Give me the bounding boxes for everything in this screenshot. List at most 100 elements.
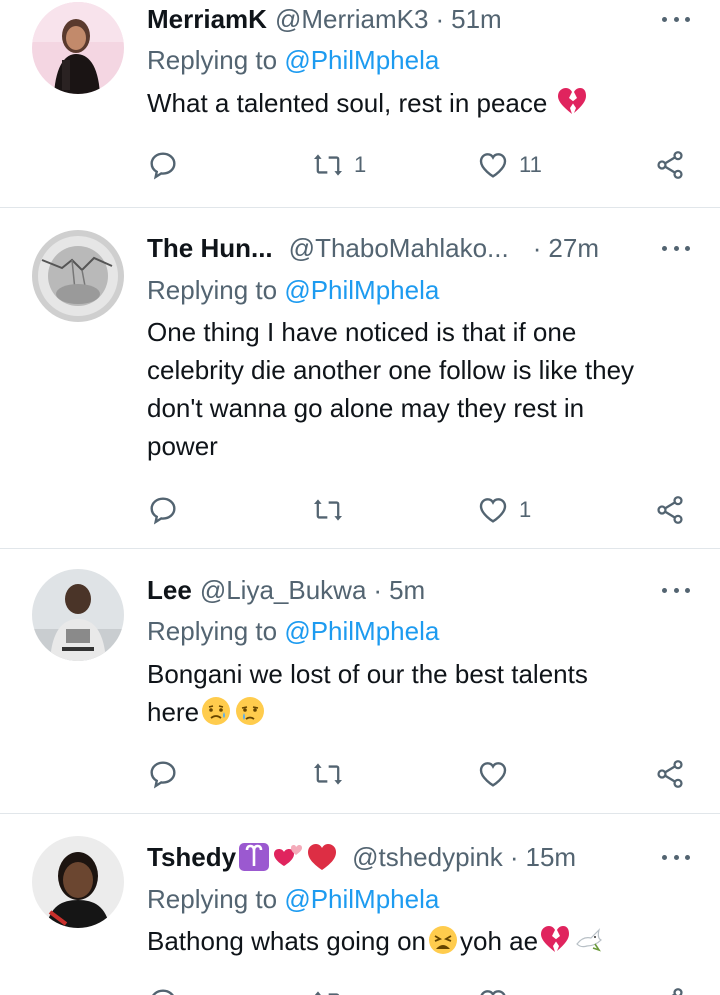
tweet[interactable]: Tshedy @tshedypink · 15m Replying to @Ph… [0,814,720,995]
retweet-button[interactable] [312,490,354,530]
like-button[interactable] [477,982,509,995]
tweet-text-part: yoh ae [460,926,539,956]
avatar-image [32,569,124,661]
tweet-header: Lee @Liya_Bukwa · 5m [147,573,696,607]
heart-icon [477,149,509,181]
heart-icon [477,758,509,790]
revolving-hearts-emoji [272,842,304,872]
avatar-image [32,836,124,928]
like-count: 1 [519,497,532,522]
heart-icon [477,494,509,526]
tweet-text-line: power [147,431,218,461]
like-button[interactable] [477,754,519,794]
separator: · [435,3,445,34]
tweet-actions: 1 [147,490,692,530]
tweet-text: What a talented soul, rest in peace [147,84,692,122]
aries-symbol-emoji [238,842,270,872]
share-button[interactable] [654,490,686,530]
tweet-text: One thing I have noticed is that if one … [147,313,692,465]
replying-to: Replying to @PhilMphela [147,616,439,647]
reply-icon [147,149,179,181]
share-button[interactable] [654,145,686,185]
retweet-count: 1 [354,152,367,177]
tweet-actions [147,754,692,794]
reply-button[interactable] [147,490,189,530]
tweet[interactable]: MerriamK @MerriamK3 · 51m Replying to @P… [0,0,720,208]
like-button[interactable]: 1 [477,490,531,530]
display-name[interactable]: The Hun... [147,233,273,264]
separator: · [373,574,383,605]
avatar[interactable] [32,230,124,322]
replying-to-label: Replying to [147,884,278,914]
reply-button[interactable] [147,145,189,185]
more-options-icon[interactable] [656,580,696,600]
more-options-icon[interactable] [656,847,696,867]
tweet[interactable]: The Hun... @ThaboMahlako... · 27m Replyi… [0,208,720,549]
display-name[interactable]: Tshedy [147,842,236,873]
tweet-text-line: celebrity die another one follow is like… [147,355,635,385]
retweet-button[interactable]: 1 [312,145,366,185]
user-handle[interactable]: @MerriamK3 [275,4,429,35]
tweet-text-line: here [147,697,200,727]
replying-to: Replying to @PhilMphela [147,45,439,76]
user-handle[interactable]: @tshedypink [352,842,503,873]
replying-to: Replying to @PhilMphela [147,275,439,306]
tweet-text-part: Bathong whats going on [147,926,426,956]
like-button[interactable]: 11 [477,145,542,185]
more-options-icon[interactable] [656,238,696,258]
red-heart-emoji [306,842,338,872]
avatar-image [32,230,124,322]
avatar[interactable] [32,569,124,661]
user-handle[interactable]: @Liya_Bukwa [200,575,367,606]
reply-handle-link[interactable]: @PhilMphela [284,45,439,75]
replying-to: Replying to @PhilMphela [147,884,439,915]
timestamp[interactable]: 51m [451,4,502,35]
timestamp[interactable]: 15m [525,842,576,873]
avatar[interactable] [32,2,124,94]
reply-button[interactable] [147,982,179,995]
reply-icon [147,986,179,995]
tweet-text: Bongani we lost of our the best talents … [147,655,692,731]
reply-handle-link[interactable]: @PhilMphela [284,275,439,305]
replying-to-label: Replying to [147,275,278,305]
user-handle[interactable]: @ThaboMahlako... [289,233,509,264]
tweet-text-line: don't wanna go alone may they rest in [147,393,585,423]
more-options-icon[interactable] [656,9,696,29]
share-icon [654,758,686,790]
tweet-text: Bathong whats going on yoh ae [147,922,692,960]
retweet-icon [312,149,344,181]
reply-handle-link[interactable]: @PhilMphela [284,616,439,646]
separator: · [509,841,519,872]
retweet-icon [312,986,344,995]
tweet-text-line: here [147,693,692,731]
share-icon [654,149,686,181]
tweet-header: The Hun... @ThaboMahlako... · 27m [147,231,696,265]
tweet-header: MerriamK @MerriamK3 · 51m [147,2,696,36]
tired-face-emoji [427,924,459,956]
tweet-text-line: One thing I have noticed is that if one [147,317,577,347]
tweet-actions: 1 11 [147,145,692,185]
timestamp[interactable]: 27m [548,233,599,264]
reply-button[interactable] [147,754,189,794]
retweet-icon [312,758,344,790]
separator: · [532,232,542,263]
share-button[interactable] [654,754,686,794]
broken-heart-emoji [556,86,588,118]
replying-to-label: Replying to [147,45,278,75]
dove-emoji [573,924,605,956]
share-button[interactable] [654,982,686,995]
replying-to-label: Replying to [147,616,278,646]
tweet[interactable]: Lee @Liya_Bukwa · 5m Replying to @PhilMp… [0,549,720,814]
reply-handle-link[interactable]: @PhilMphela [284,884,439,914]
display-name[interactable]: Lee [147,575,192,606]
timestamp[interactable]: 5m [389,575,425,606]
tweet-text-line: Bongani we lost of our the best talents [147,659,588,689]
avatar[interactable] [32,836,124,928]
retweet-button[interactable] [312,982,344,995]
share-icon [654,986,686,995]
tweet-actions [147,982,692,995]
retweet-button[interactable] [312,754,354,794]
display-name[interactable]: MerriamK [147,4,267,35]
heart-icon [477,986,509,995]
like-count: 11 [519,152,542,177]
